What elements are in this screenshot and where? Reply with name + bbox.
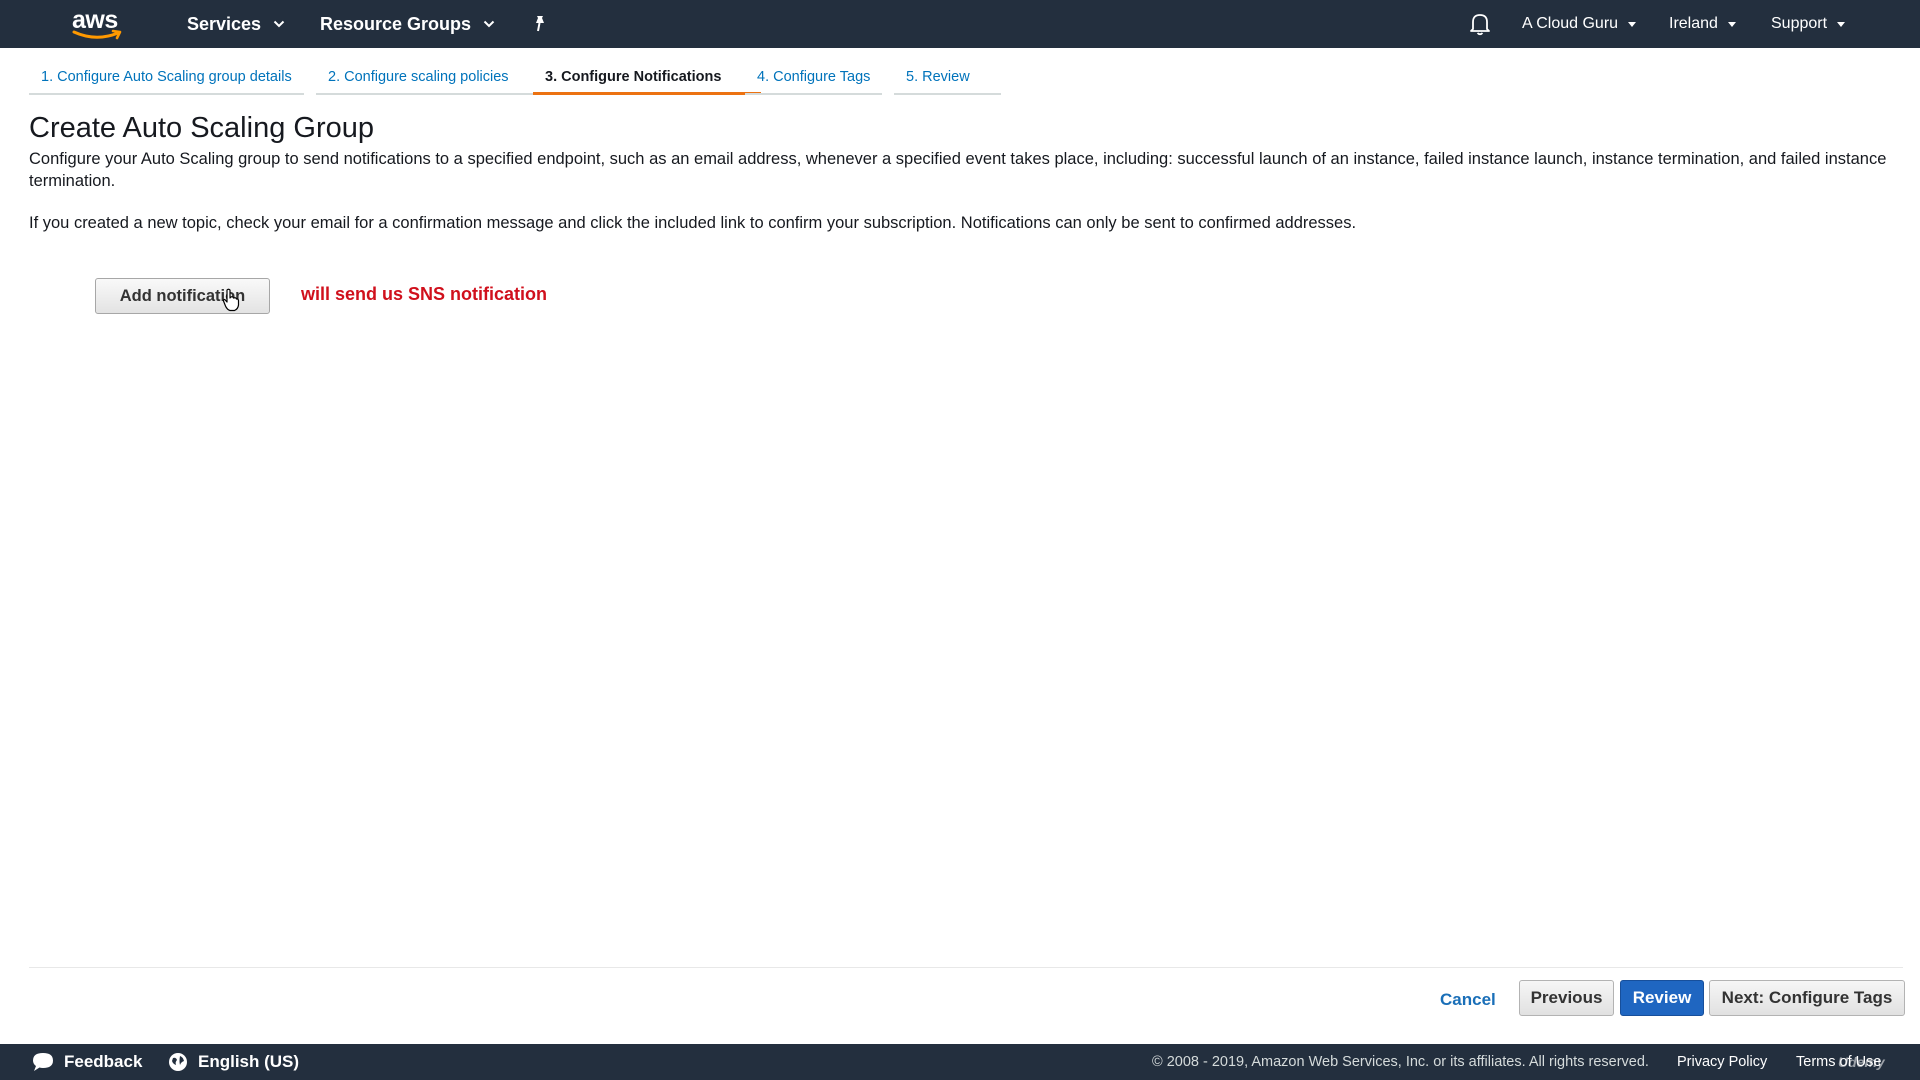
chat-bubble-icon — [33, 1053, 53, 1071]
bell-icon — [1470, 14, 1490, 36]
step-configure-scaling-policies[interactable]: 2. Configure scaling policies — [316, 64, 544, 95]
hand-cursor-icon — [222, 288, 240, 312]
console-footer: Feedback English (US) © 2008 - 2019, Ama… — [0, 1044, 1920, 1080]
copyright-text: © 2008 - 2019, Amazon Web Services, Inc.… — [1152, 1054, 1649, 1070]
globe-icon — [169, 1053, 187, 1071]
chevron-down-icon — [273, 20, 285, 28]
step-configure-tags[interactable]: 4. Configure Tags — [745, 64, 882, 95]
annotation-text: will send us SNS notification — [301, 284, 548, 304]
feedback-label: Feedback — [64, 1052, 143, 1071]
review-button[interactable]: Review — [1620, 980, 1704, 1016]
caret-down-icon — [1727, 21, 1736, 27]
next-configure-tags-button[interactable]: Next: Configure Tags — [1709, 980, 1905, 1016]
add-notification-button[interactable]: Add notification — [95, 278, 270, 314]
cancel-button[interactable]: Cancel — [1440, 985, 1496, 1015]
aws-logo[interactable]: aws — [70, 6, 126, 42]
confirmation-note: If you created a new topic, check your e… — [29, 214, 1357, 232]
step-configure-notifications[interactable]: 3. Configure Notifications — [533, 64, 761, 95]
caret-down-icon — [1837, 21, 1846, 27]
language-selector[interactable]: English (US) — [168, 1044, 299, 1080]
feedback-link[interactable]: Feedback — [32, 1044, 142, 1080]
step-configure-group-details[interactable]: 1. Configure Auto Scaling group details — [29, 64, 304, 95]
account-menu[interactable]: A Cloud Guru — [1522, 0, 1637, 48]
footer-divider — [29, 967, 1903, 968]
services-label: Services — [187, 13, 262, 34]
privacy-policy-link[interactable]: Privacy Policy — [1677, 1044, 1767, 1080]
region-label: Ireland — [1669, 15, 1718, 32]
step-review[interactable]: 5. Review — [894, 64, 1001, 95]
previous-button[interactable]: Previous — [1519, 980, 1614, 1016]
resource-groups-label: Resource Groups — [320, 13, 472, 34]
support-menu[interactable]: Support — [1771, 0, 1846, 48]
account-label: A Cloud Guru — [1522, 15, 1619, 32]
services-menu[interactable]: Services — [187, 0, 285, 48]
pin-icon — [536, 16, 544, 32]
language-label: English (US) — [198, 1052, 300, 1071]
page-title: Create Auto Scaling Group — [29, 112, 374, 144]
resource-groups-menu[interactable]: Resource Groups — [320, 0, 495, 48]
aws-smile-icon — [72, 29, 122, 40]
caret-down-icon — [1628, 21, 1637, 27]
udemy-watermark: Udemy — [1838, 1054, 1885, 1070]
support-label: Support — [1771, 15, 1828, 32]
top-navigation-bar: aws Services Resource Groups A Cloud Gur… — [0, 0, 1920, 48]
pin-button[interactable] — [532, 0, 548, 48]
region-menu[interactable]: Ireland — [1669, 0, 1736, 48]
chevron-down-icon — [483, 20, 495, 28]
notifications-button[interactable] — [1469, 0, 1491, 48]
page-description: Configure your Auto Scaling group to sen… — [29, 150, 1887, 190]
